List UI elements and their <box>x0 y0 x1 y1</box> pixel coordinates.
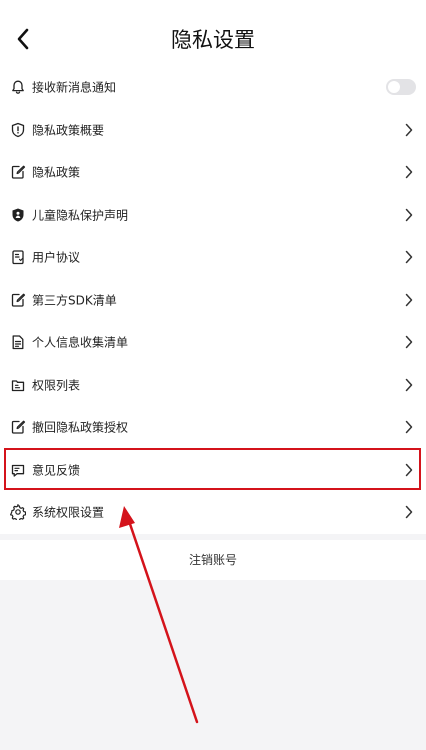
shield-alert-icon <box>11 122 25 137</box>
settings-row[interactable]: 隐私政策概要 <box>0 109 426 152</box>
settings-list: 接收新消息通知 隐私政策概要 隐私政策儿童隐私保护声明 用户协议第三方SDK清单 个人信… <box>0 66 426 534</box>
logout-label: 注销账号 <box>188 553 237 567</box>
settings-row[interactable]: 接收新消息通知 <box>0 66 426 109</box>
edit-document-icon <box>11 165 26 179</box>
settings-row[interactable]: 权限列表 <box>0 364 426 407</box>
chevron-right-icon <box>405 421 413 434</box>
chevron-right-icon <box>405 293 413 306</box>
chevron-right-icon <box>405 251 413 264</box>
settings-row[interactable]: 撤回隐私政策授权 <box>0 406 426 449</box>
logout-button[interactable]: 注销账号 <box>0 540 426 580</box>
row-label: 权限列表 <box>32 378 81 393</box>
list-document-icon <box>12 335 24 350</box>
settings-row[interactable]: 用户协议 <box>0 236 426 279</box>
header-bar: 隐私设置 <box>0 0 426 76</box>
edit-document-icon <box>11 420 26 434</box>
chevron-right-icon <box>405 378 413 391</box>
row-label: 用户协议 <box>32 250 81 265</box>
folder-list-icon <box>11 380 25 391</box>
row-label: 第三方SDK清单 <box>32 293 117 308</box>
privacy-settings-screen: 隐私设置 接收新消息通知 隐私政策概要 隐私政策儿童隐私保护声明 用户协议第三方SDK… <box>0 0 426 750</box>
settings-row[interactable]: 隐私政策 <box>0 151 426 194</box>
bell-icon <box>12 80 24 95</box>
settings-row-feedback[interactable]: 意见反馈 <box>0 449 426 492</box>
chat-bubble-icon <box>11 464 25 477</box>
gear-icon <box>10 504 26 521</box>
row-label: 隐私政策 <box>32 165 81 180</box>
toggle-knob <box>388 81 400 94</box>
settings-row[interactable]: 系统权限设置 <box>0 491 426 534</box>
settings-row[interactable]: 第三方SDK清单 <box>0 279 426 322</box>
row-label: 隐私政策概要 <box>32 123 105 138</box>
row-label: 系统权限设置 <box>32 505 105 520</box>
document-icon <box>12 250 24 265</box>
settings-row[interactable]: 儿童隐私保护声明 <box>0 194 426 237</box>
notification-toggle[interactable] <box>386 79 416 96</box>
chevron-right-icon <box>405 208 413 221</box>
row-label: 撤回隐私政策授权 <box>32 420 129 435</box>
row-label: 意见反馈 <box>32 463 81 478</box>
chevron-right-icon <box>405 463 413 476</box>
shield-child-icon <box>12 208 24 222</box>
row-label: 接收新消息通知 <box>32 80 117 95</box>
chevron-right-icon <box>405 166 413 179</box>
row-label: 个人信息收集清单 <box>32 335 129 350</box>
chevron-right-icon <box>405 336 413 349</box>
page-title: 隐私设置 <box>171 28 255 52</box>
edit-document-icon <box>11 293 26 307</box>
chevron-right-icon <box>405 506 413 519</box>
chevron-right-icon <box>405 123 413 136</box>
row-label: 儿童隐私保护声明 <box>32 208 129 223</box>
settings-row[interactable]: 个人信息收集清单 <box>0 321 426 364</box>
